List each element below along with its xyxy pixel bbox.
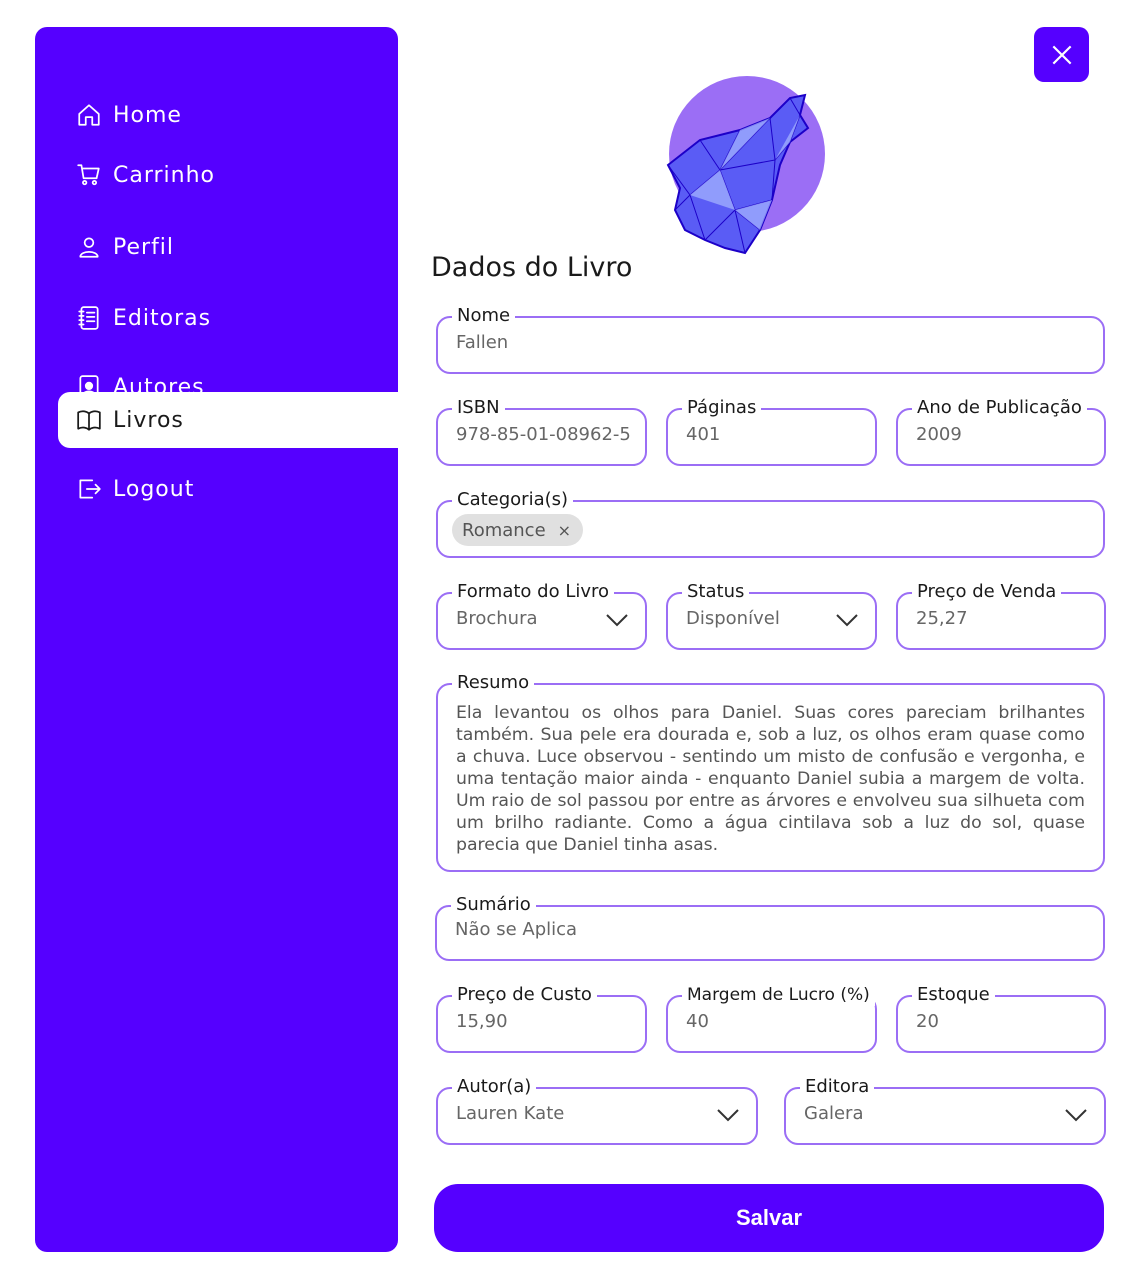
estoque-value: 20 <box>916 1011 939 1032</box>
book-icon <box>75 406 103 434</box>
editora-select[interactable]: Editora Galera <box>784 1076 1106 1145</box>
notebook-icon <box>75 304 103 332</box>
isbn-label: ISBN <box>452 397 505 419</box>
wolf-logo <box>666 76 825 255</box>
sumario-value: Não se Aplica <box>455 919 578 940</box>
preco-venda-field[interactable]: Preço de Venda 25,27 <box>896 581 1106 650</box>
preco-custo-value: 15,90 <box>456 1011 508 1032</box>
formato-label: Formato do Livro <box>452 581 615 603</box>
home-icon <box>75 101 103 129</box>
resumo-textarea[interactable]: Resumo Ela levantou os olhos para Daniel… <box>436 672 1105 872</box>
paginas-label: Páginas <box>682 397 762 419</box>
autor-value: Lauren Kate <box>456 1103 565 1124</box>
sidebar-item-label: Editoras <box>113 305 212 331</box>
autor-label: Autor(a) <box>452 1076 537 1098</box>
chevron-down-icon <box>835 612 859 628</box>
sidebar-item-logout[interactable]: Logout <box>35 461 194 517</box>
sidebar-item-label: Perfil <box>113 234 175 260</box>
sidebar-item-label: Logout <box>113 476 195 502</box>
formato-value: Brochura <box>456 608 538 629</box>
nome-label: Nome <box>452 305 516 327</box>
paginas-field[interactable]: Páginas 401 <box>666 397 877 466</box>
cart-icon <box>75 161 103 189</box>
save-button[interactable]: Salvar <box>434 1184 1104 1252</box>
category-chip: Romance × <box>452 514 584 546</box>
status-select[interactable]: Status Disponível <box>666 581 877 650</box>
close-icon <box>1052 45 1071 64</box>
margem-label: Margem de Lucro (%) <box>682 984 875 1006</box>
ano-label: Ano de Publicação <box>912 397 1087 419</box>
sidebar-item-perfil[interactable]: Perfil <box>35 219 174 275</box>
margem-value: 40 <box>686 1011 709 1032</box>
editora-value: Galera <box>804 1103 864 1124</box>
close-button[interactable] <box>1034 27 1089 82</box>
paginas-value: 401 <box>686 424 721 445</box>
resumo-value: Ela levantou os olhos para Daniel. Suas … <box>456 703 1085 855</box>
user-icon <box>75 233 103 261</box>
sidebar-item-editoras[interactable]: Editoras <box>35 290 211 346</box>
isbn-value: 978-85-01-08962-5 <box>456 424 631 445</box>
sidebar-item-carrinho[interactable]: Carrinho <box>35 147 215 203</box>
nome-value: Fallen <box>456 332 509 353</box>
resumo-label: Resumo <box>452 672 535 694</box>
categorias-label: Categoria(s) <box>452 489 574 511</box>
formato-select[interactable]: Formato do Livro Brochura <box>436 581 647 650</box>
sidebar-item-label: Home <box>113 102 182 128</box>
sidebar-item-home[interactable]: Home <box>35 87 182 143</box>
preco-venda-label: Preço de Venda <box>912 581 1062 603</box>
estoque-label: Estoque <box>912 984 995 1006</box>
sidebar: Home Carrinho Perfil Editoras Autores Li… <box>35 27 400 1252</box>
sumario-field[interactable]: Sumário Não se Aplica <box>435 894 1105 961</box>
preco-custo-field[interactable]: Preço de Custo 15,90 <box>436 984 647 1053</box>
logout-icon <box>75 475 103 503</box>
chip-label: Romance <box>462 519 546 541</box>
status-label: Status <box>682 581 750 603</box>
sidebar-item-label: Carrinho <box>113 162 216 188</box>
status-value: Disponível <box>686 608 780 629</box>
isbn-field[interactable]: ISBN 978-85-01-08962-5 <box>436 397 647 466</box>
chevron-down-icon <box>716 1107 740 1123</box>
editora-label: Editora <box>800 1076 875 1098</box>
chevron-down-icon <box>1064 1107 1088 1123</box>
estoque-field[interactable]: Estoque 20 <box>896 984 1106 1053</box>
sidebar-item-livros[interactable]: Livros <box>58 392 400 448</box>
categorias-field[interactable]: Categoria(s) Romance × <box>436 489 1105 558</box>
preco-custo-label: Preço de Custo <box>452 984 597 1006</box>
ano-field[interactable]: Ano de Publicação 2009 <box>896 397 1106 466</box>
nome-field[interactable]: Nome Fallen <box>436 305 1105 374</box>
margem-field[interactable]: Margem de Lucro (%) 40 <box>666 984 877 1053</box>
chevron-down-icon <box>605 612 629 628</box>
chip-remove-icon[interactable]: × <box>558 521 571 540</box>
autor-select[interactable]: Autor(a) Lauren Kate <box>436 1076 758 1145</box>
sidebar-item-label: Livros <box>113 407 184 433</box>
page-title: Dados do Livro <box>431 252 633 283</box>
preco-venda-value: 25,27 <box>916 608 968 629</box>
ano-value: 2009 <box>916 424 962 445</box>
sumario-label: Sumário <box>451 894 536 916</box>
